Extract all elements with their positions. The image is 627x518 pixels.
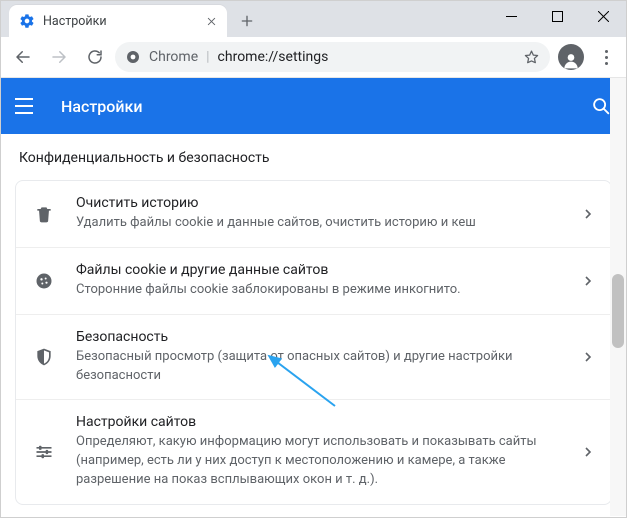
settings-appbar: Настройки bbox=[1, 78, 626, 134]
tab-settings[interactable]: Настройки bbox=[9, 5, 227, 37]
row-subtitle: Сторонние файлы cookie заблокированы в р… bbox=[76, 281, 565, 300]
window-controls bbox=[488, 1, 626, 31]
chevron-right-icon bbox=[579, 352, 597, 362]
gear-icon bbox=[19, 13, 35, 29]
bookmark-star-icon[interactable] bbox=[523, 49, 540, 66]
row-title: Безопасность bbox=[76, 329, 565, 345]
browser-window: Настройки bbox=[0, 0, 627, 518]
titlebar: Настройки bbox=[1, 1, 626, 37]
scrollbar-thumb[interactable] bbox=[612, 274, 624, 348]
row-title: Очистить историю bbox=[76, 195, 565, 211]
row-clear-browsing-data[interactable]: Очистить историю Удалить файлы cookie и … bbox=[16, 181, 611, 247]
settings-content: Конфиденциальность и безопасность Очисти… bbox=[1, 134, 626, 517]
row-security[interactable]: Безопасность Безопасный просмотр (защита… bbox=[16, 314, 611, 400]
page-scrollbar[interactable] bbox=[610, 78, 626, 516]
row-cookies[interactable]: Файлы cookie и другие данные сайтов Стор… bbox=[16, 247, 611, 314]
row-site-settings[interactable]: Настройки сайтов Определяют, какую инфор… bbox=[16, 399, 611, 504]
omnibox-url: chrome://settings bbox=[218, 49, 329, 65]
omnibox-site-chip: Chrome | bbox=[125, 49, 210, 65]
shield-icon bbox=[26, 347, 62, 367]
privacy-card: Очистить историю Удалить файлы cookie и … bbox=[15, 180, 612, 505]
profile-avatar[interactable] bbox=[558, 44, 584, 70]
browser-menu-button[interactable] bbox=[592, 43, 620, 71]
window-maximize-button[interactable] bbox=[534, 1, 580, 31]
sliders-icon bbox=[26, 442, 62, 462]
row-title: Настройки сайтов bbox=[76, 414, 565, 430]
reload-button[interactable] bbox=[79, 41, 111, 73]
new-tab-button[interactable] bbox=[233, 7, 261, 35]
address-bar[interactable]: Chrome | chrome://settings bbox=[115, 42, 550, 72]
chevron-right-icon bbox=[579, 447, 597, 457]
window-close-button[interactable] bbox=[580, 1, 626, 31]
back-button[interactable] bbox=[7, 41, 39, 73]
window-minimize-button[interactable] bbox=[488, 1, 534, 31]
row-title: Файлы cookie и другие данные сайтов bbox=[76, 262, 565, 278]
forward-button[interactable] bbox=[43, 41, 75, 73]
row-subtitle: Определяют, какую информацию могут испол… bbox=[76, 433, 565, 490]
appbar-title: Настройки bbox=[61, 97, 142, 116]
chrome-icon bbox=[125, 49, 141, 65]
browser-toolbar: Chrome | chrome://settings bbox=[1, 37, 626, 78]
row-subtitle: Удалить файлы cookie и данные сайтов, оч… bbox=[76, 214, 565, 233]
section-privacy-security: Конфиденциальность и безопасность bbox=[1, 134, 626, 176]
tab-close-button[interactable] bbox=[203, 13, 219, 29]
trash-icon bbox=[26, 204, 62, 224]
tab-title: Настройки bbox=[43, 14, 107, 29]
chevron-right-icon bbox=[579, 276, 597, 286]
chevron-right-icon bbox=[579, 209, 597, 219]
menu-hamburger-icon[interactable] bbox=[15, 94, 39, 118]
search-icon[interactable] bbox=[590, 95, 612, 117]
cookie-icon bbox=[26, 271, 62, 291]
omnibox-site-label: Chrome bbox=[149, 49, 198, 65]
row-subtitle: Безопасный просмотр (защита от опасных с… bbox=[76, 348, 565, 386]
